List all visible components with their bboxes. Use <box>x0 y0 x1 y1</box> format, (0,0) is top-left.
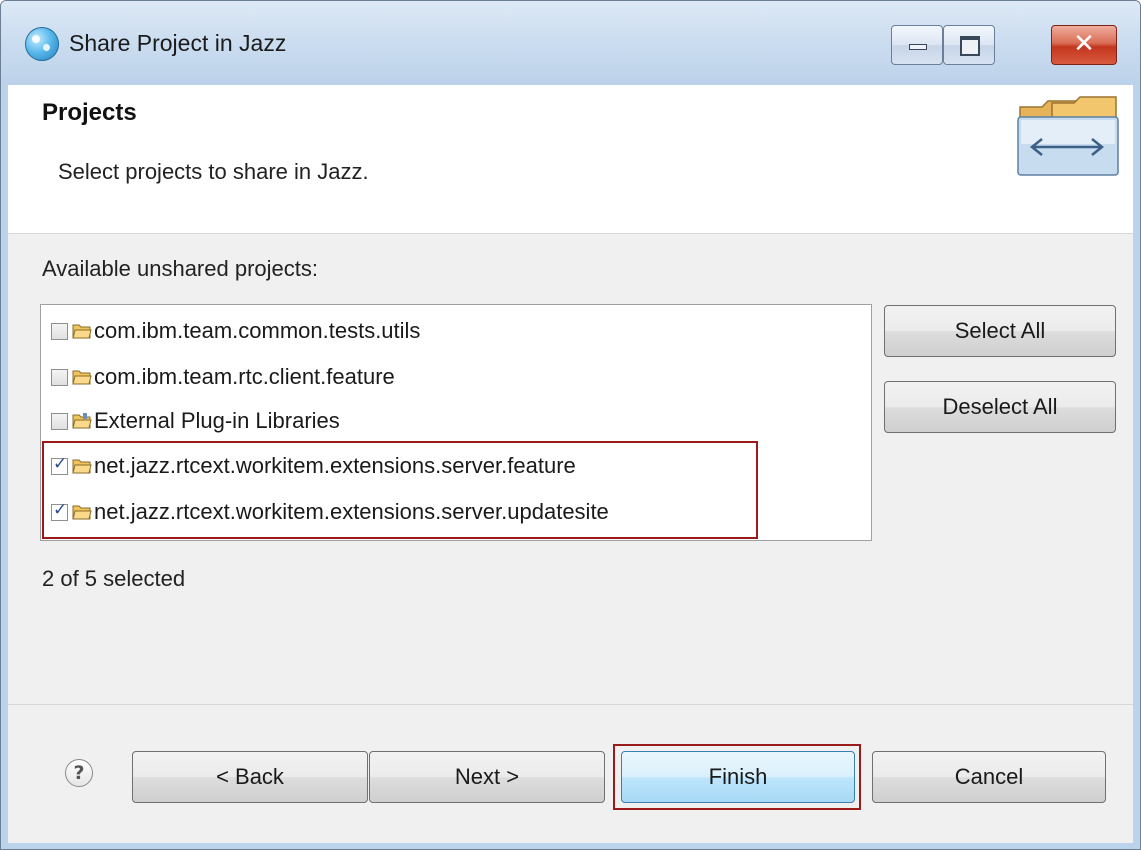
close-icon: ✕ <box>1073 29 1095 59</box>
close-button[interactable]: ✕ <box>1051 25 1117 65</box>
list-item[interactable]: com.ibm.team.rtc.client.feature <box>51 360 395 394</box>
select-all-button[interactable]: Select All <box>884 305 1116 357</box>
project-folder-icon <box>72 370 92 385</box>
list-item[interactable]: com.ibm.team.common.tests.utils <box>51 314 420 348</box>
deselect-all-button[interactable]: Deselect All <box>884 381 1116 433</box>
cancel-button[interactable]: Cancel <box>872 751 1106 803</box>
library-folder-icon <box>72 413 92 429</box>
help-icon[interactable]: ? <box>65 759 93 787</box>
share-folders-icon <box>1017 96 1119 176</box>
list-item-label: External Plug-in Libraries <box>94 408 340 433</box>
page-title: Projects <box>42 99 137 126</box>
finish-button[interactable]: Finish <box>621 751 855 803</box>
back-button[interactable]: < Back <box>132 751 368 803</box>
button-bar: ? < Back Next > Finish Cancel <box>8 704 1133 843</box>
item-checkbox[interactable] <box>51 412 68 430</box>
minimize-button[interactable] <box>891 25 943 65</box>
jazz-app-icon <box>25 27 59 61</box>
list-item-label: com.ibm.team.rtc.client.feature <box>94 364 395 389</box>
selection-highlight-box <box>42 441 758 539</box>
next-button[interactable]: Next > <box>369 751 605 803</box>
maximize-button[interactable] <box>943 25 995 65</box>
item-checkbox[interactable] <box>51 322 68 340</box>
window-title: Share Project in Jazz <box>69 30 287 56</box>
page-description: Select projects to share in Jazz. <box>58 159 369 184</box>
project-folder-icon <box>72 324 92 339</box>
title-bar[interactable]: Share Project in Jazz ✕ <box>1 1 1140 85</box>
item-checkbox[interactable] <box>51 368 68 386</box>
list-item-label: com.ibm.team.common.tests.utils <box>94 318 421 343</box>
content-area: Available unshared projects: com.ibm.tea… <box>8 234 1133 704</box>
projects-list-label: Available unshared projects: <box>42 256 318 281</box>
share-project-dialog: Share Project in Jazz ✕ Projects Select … <box>0 0 1141 850</box>
maximize-icon <box>960 36 980 56</box>
list-item[interactable]: External Plug-in Libraries <box>51 404 340 438</box>
minimize-icon <box>909 44 927 50</box>
selection-status: 2 of 5 selected <box>42 566 186 591</box>
header-banner: Projects Select projects to share in Jaz… <box>8 85 1133 234</box>
